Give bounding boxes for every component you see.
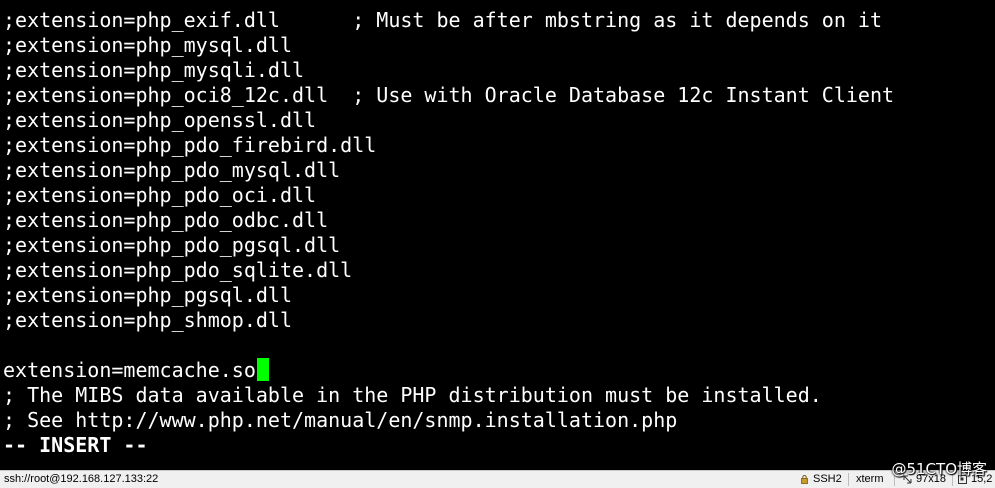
terminal-line: ;extension=php_pdo_pgsql.dll xyxy=(3,233,341,257)
terminal-type-label: xterm xyxy=(856,473,884,485)
lock-icon xyxy=(801,475,808,484)
watermark-text: @51CTO博客 xyxy=(891,460,987,478)
terminal-line: ;extension=php_exif.dll ; Must be after … xyxy=(3,8,882,32)
terminal-line: ;extension=php_openssl.dll xyxy=(3,108,317,132)
terminal-line: ;extension=php_pdo_odbc.dll xyxy=(3,208,329,232)
terminal-line: ; The MIBS data available in the PHP dis… xyxy=(3,383,822,407)
vim-mode-indicator: -- INSERT -- xyxy=(3,433,148,457)
terminal-line: ;extension=php_pdo_sqlite.dll xyxy=(3,258,353,282)
terminal-line: extension=memcache.so xyxy=(3,358,256,382)
terminal-line: ;extension=php_oci8_12c.dll ; Use with O… xyxy=(3,83,895,107)
terminal-line: ; See http://www.php.net/manual/en/snmp.… xyxy=(3,408,678,432)
connection-address: ssh://root@192.168.127.133:22 xyxy=(4,473,159,485)
terminal-line: ;extension=php_mysql.dll xyxy=(3,33,292,57)
terminal-line: ;extension=php_pgsql.dll xyxy=(3,283,292,307)
terminal-cursor-line[interactable]: extension=memcache.so xyxy=(3,358,269,383)
terminal-line: ;extension=php_shmop.dll xyxy=(3,308,292,332)
text-cursor xyxy=(256,358,269,381)
status-bar: ssh://root@192.168.127.133:22 SSH2 xterm… xyxy=(0,470,995,488)
terminal-line: ;extension=php_mysqli.dll xyxy=(3,58,305,82)
terminal-line: ;extension=php_pdo_firebird.dll xyxy=(3,133,377,157)
terminal-window[interactable]: ;extension=php_exif.dll ; Must be after … xyxy=(0,0,995,470)
status-separator xyxy=(848,473,849,486)
terminal-line: ;extension=php_pdo_oci.dll xyxy=(3,183,317,207)
terminal-line: ;extension=php_pdo_mysql.dll xyxy=(3,158,341,182)
protocol-label: SSH2 xyxy=(813,473,842,485)
